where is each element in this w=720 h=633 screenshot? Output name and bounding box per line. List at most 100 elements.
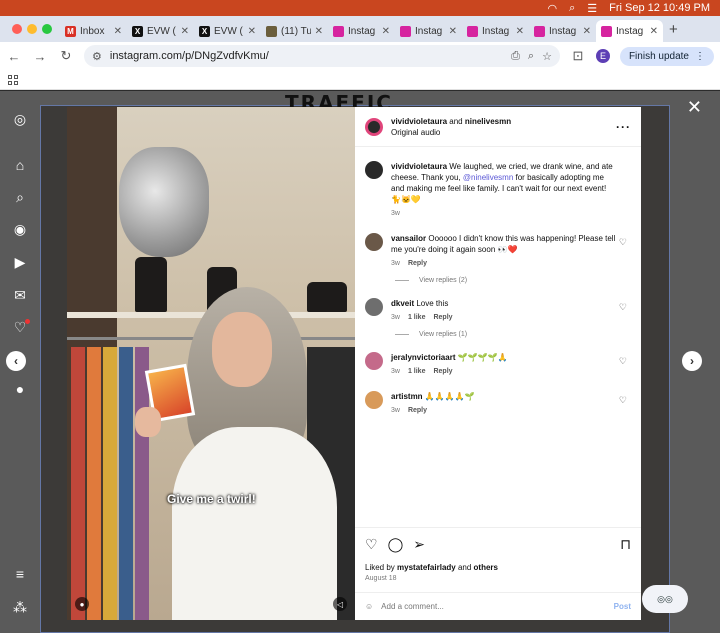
post-video[interactable]: Give me a twirl! ● ◁ bbox=[67, 107, 355, 620]
reply-button[interactable]: Reply bbox=[408, 258, 427, 269]
clock[interactable]: Fri Sep 12 10:49 PM bbox=[609, 2, 710, 14]
browser-tab[interactable]: Instag ✕ bbox=[328, 20, 395, 42]
control-center-icon[interactable]: ☰ bbox=[587, 2, 597, 15]
commenter-username[interactable]: jeralynvictoriaart bbox=[391, 353, 455, 362]
floating-extension-button[interactable]: ◎◎ bbox=[642, 585, 688, 613]
liked-by-user[interactable]: mystatefairlady bbox=[397, 563, 456, 572]
share-icon[interactable]: ➢ bbox=[413, 536, 425, 553]
browser-tab[interactable]: M Inbox ✕ bbox=[60, 20, 127, 42]
commenter-avatar[interactable] bbox=[365, 233, 383, 251]
commenter-avatar[interactable] bbox=[365, 391, 383, 409]
search-icon[interactable]: ⌕ bbox=[10, 189, 30, 206]
author-username[interactable]: vividvioletaura bbox=[391, 117, 447, 126]
close-tab-icon[interactable]: ✕ bbox=[583, 26, 591, 37]
commenter-username[interactable]: artistmn bbox=[391, 392, 423, 401]
more-options-icon[interactable]: ··· bbox=[616, 120, 631, 134]
commenter-avatar[interactable] bbox=[365, 352, 383, 370]
mention-link[interactable]: @ninelivesmn bbox=[463, 173, 513, 182]
close-tab-icon[interactable]: ✕ bbox=[315, 26, 323, 37]
profile-avatar-icon[interactable]: ● bbox=[10, 381, 30, 397]
commenter-username[interactable]: vansailor bbox=[391, 234, 426, 243]
close-tab-icon[interactable]: ✕ bbox=[114, 26, 122, 37]
liked-by-others[interactable]: others bbox=[474, 563, 498, 572]
browser-tab[interactable]: Instag ✕ bbox=[596, 20, 663, 42]
comments-panel: vividvioletaura and ninelivesmn Original… bbox=[355, 107, 641, 620]
close-tab-icon[interactable]: ✕ bbox=[181, 26, 189, 37]
tab-favicon-icon bbox=[333, 25, 344, 37]
menu-dots-icon: ⋮ bbox=[695, 50, 705, 62]
more-menu-icon[interactable]: ≡ bbox=[10, 566, 30, 582]
reply-button[interactable]: Reply bbox=[433, 366, 452, 377]
zoom-window-button[interactable] bbox=[42, 24, 52, 34]
browser-tab[interactable]: Instag ✕ bbox=[529, 20, 596, 42]
search-icon[interactable]: ⌕ bbox=[569, 2, 575, 15]
close-tab-icon[interactable]: ✕ bbox=[449, 26, 457, 37]
tab-title: Inbox bbox=[80, 25, 105, 37]
post-comment-button[interactable]: Post bbox=[614, 602, 631, 611]
next-post-button[interactable]: › bbox=[682, 351, 702, 371]
browser-tab[interactable]: (11) Tu ✕ bbox=[261, 20, 328, 42]
minimize-window-button[interactable] bbox=[27, 24, 37, 34]
apps-grid-icon[interactable] bbox=[8, 74, 18, 85]
mute-icon[interactable]: ◁ bbox=[333, 597, 347, 611]
also-from-meta-icon[interactable]: ⁂ bbox=[10, 599, 30, 616]
browser-tab[interactable]: X EVW (✕ bbox=[194, 20, 261, 42]
back-icon[interactable]: ← bbox=[6, 49, 22, 64]
install-app-icon[interactable]: ⎙ bbox=[511, 50, 520, 63]
post-authors: vividvioletaura and ninelivesmn Original… bbox=[391, 116, 608, 138]
explore-icon[interactable]: ◉ bbox=[10, 221, 30, 238]
comment-like-heart-icon[interactable]: ♡ bbox=[619, 356, 627, 367]
browser-tab[interactable]: Instag ✕ bbox=[462, 20, 529, 42]
browser-tab[interactable]: X EVW (✕ bbox=[127, 20, 194, 42]
close-tab-icon[interactable]: ✕ bbox=[248, 26, 256, 37]
comment-likes[interactable]: 1 like bbox=[408, 366, 426, 377]
caption-author[interactable]: vividvioletaura bbox=[391, 162, 447, 171]
comment-input[interactable]: Add a comment... bbox=[381, 602, 444, 611]
reload-icon[interactable]: ↻ bbox=[58, 48, 74, 64]
finish-update-button[interactable]: Finish update ⋮ bbox=[619, 46, 714, 66]
messenger-icon[interactable]: ✉ bbox=[10, 287, 30, 304]
site-info-icon[interactable]: ⚙ bbox=[92, 50, 102, 63]
browser-toolbar: ← → ↻ ⚙ instagram.com/p/DNgZvdfvKmu/ ⎙ ⌕… bbox=[0, 42, 720, 70]
view-replies-button[interactable]: View replies (2) bbox=[395, 277, 631, 284]
coauthor-username[interactable]: ninelivesmn bbox=[465, 117, 511, 126]
close-tab-icon[interactable]: ✕ bbox=[650, 26, 658, 37]
audio-label[interactable]: Original audio bbox=[391, 127, 608, 138]
url-text[interactable]: instagram.com/p/DNgZvdfvKmu/ bbox=[110, 50, 503, 62]
comment-icon[interactable]: ◯ bbox=[388, 536, 404, 553]
home-icon[interactable]: ⌂ bbox=[10, 157, 30, 173]
emoji-icon[interactable]: ☺ bbox=[365, 602, 373, 611]
forward-icon[interactable]: → bbox=[32, 49, 48, 64]
wifi-icon[interactable]: ◠ bbox=[547, 2, 557, 15]
comment-text: 🌱🌱🌱🌱🙏 bbox=[455, 353, 508, 362]
zoom-icon[interactable]: ⌕ bbox=[528, 50, 534, 63]
comment-likes[interactable]: 1 like bbox=[408, 312, 426, 323]
reels-icon[interactable]: ▶ bbox=[10, 254, 30, 271]
new-tab-button[interactable]: + bbox=[669, 21, 678, 38]
comment-like-heart-icon[interactable]: ♡ bbox=[619, 302, 627, 313]
view-replies-button[interactable]: View replies (1) bbox=[395, 331, 631, 338]
close-icon[interactable]: ✕ bbox=[687, 97, 702, 118]
close-window-button[interactable] bbox=[12, 24, 22, 34]
tab-search-icon[interactable]: ⊡ bbox=[570, 48, 586, 64]
author-avatar[interactable] bbox=[365, 161, 383, 179]
previous-post-button[interactable]: ‹ bbox=[6, 351, 26, 371]
profile-avatar[interactable]: E bbox=[595, 49, 610, 63]
comment-like-heart-icon[interactable]: ♡ bbox=[619, 237, 627, 248]
close-tab-icon[interactable]: ✕ bbox=[382, 26, 390, 37]
commenter-avatar[interactable] bbox=[365, 298, 383, 316]
like-heart-icon[interactable]: ♡ bbox=[365, 536, 378, 553]
save-bookmark-icon[interactable]: ⊓ bbox=[620, 536, 631, 553]
close-tab-icon[interactable]: ✕ bbox=[516, 26, 524, 37]
reply-button[interactable]: Reply bbox=[408, 405, 427, 416]
instagram-logo-icon[interactable]: ◎ bbox=[10, 111, 30, 128]
bookmark-star-icon[interactable]: ☆ bbox=[542, 50, 552, 63]
tab-title: EVW ( bbox=[147, 25, 176, 37]
tagged-user-icon[interactable]: ● bbox=[75, 597, 89, 611]
comment-like-heart-icon[interactable]: ♡ bbox=[619, 395, 627, 406]
author-avatar[interactable] bbox=[365, 117, 383, 136]
commenter-username[interactable]: dkveit bbox=[391, 299, 414, 308]
reply-button[interactable]: Reply bbox=[433, 312, 452, 323]
browser-tab[interactable]: Instag ✕ bbox=[395, 20, 462, 42]
address-bar[interactable]: ⚙ instagram.com/p/DNgZvdfvKmu/ ⎙ ⌕ ☆ bbox=[84, 45, 560, 67]
